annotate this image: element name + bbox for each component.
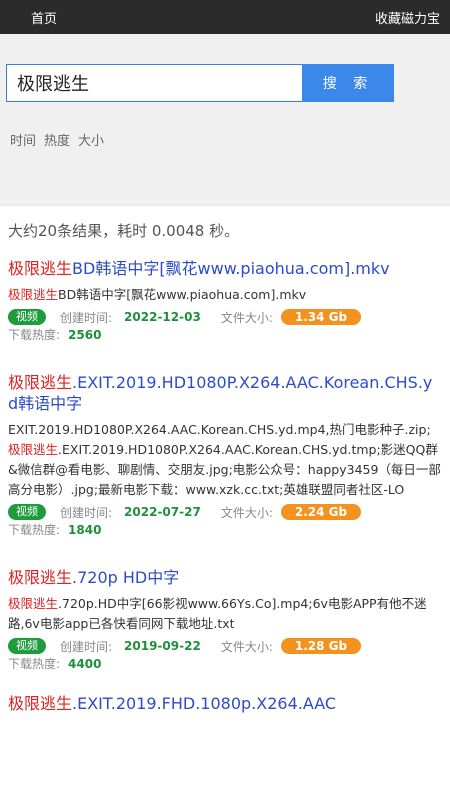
download-heat: 下载热度: 4400 bbox=[8, 655, 442, 673]
result-title-highlight: 极限逃生 bbox=[8, 694, 73, 713]
file-size-badge: 2.24 Gb bbox=[280, 504, 362, 520]
nav-bookmark-link[interactable]: 收藏磁力宝 bbox=[375, 8, 440, 27]
search-input[interactable] bbox=[6, 64, 302, 102]
size-label: 文件大小: bbox=[220, 505, 273, 520]
heat-value: 2560 bbox=[68, 328, 102, 342]
nav-home-link[interactable]: 首页 bbox=[31, 8, 57, 27]
result-item: 极限逃生.720p HD中字 极限逃生.720p.HD中字[66影视www.66Y… bbox=[0, 567, 450, 673]
file-name-text: .EXIT.2019.HD1080P.X264.AAC.Korean.CHS.y… bbox=[8, 442, 441, 497]
created-label: 创建时间: bbox=[60, 505, 113, 520]
created-label: 创建时间: bbox=[60, 639, 113, 654]
created-label: 创建时间: bbox=[60, 310, 113, 325]
result-meta: 视频 创建时间: 2022-07-27 文件大小: 2.24 Gb bbox=[8, 503, 442, 521]
result-file-list: 极限逃生.720p.HD中字[66影视www.66Ys.Co].mp4;6v电影… bbox=[8, 594, 442, 634]
result-title-link[interactable]: 极限逃生BD韩语中字[飘花www.piaohua.com].mkv bbox=[8, 258, 442, 279]
created-date: 2019-09-22 bbox=[124, 639, 201, 653]
result-title-link[interactable]: 极限逃生.EXIT.2019.HD1080P.X264.AAC.Korean.C… bbox=[8, 372, 442, 414]
download-heat: 下载热度: 2560 bbox=[8, 326, 442, 344]
result-summary: 大约20条结果，耗时 0.0048 秒。 bbox=[8, 221, 240, 240]
file-type-badge: 视频 bbox=[8, 638, 46, 654]
file-name-highlight: 极限逃生 bbox=[8, 442, 59, 457]
result-title-highlight: 极限逃生 bbox=[8, 259, 73, 278]
heat-label: 下载热度: bbox=[8, 523, 61, 537]
created-date: 2022-12-03 bbox=[124, 310, 201, 324]
result-meta: 视频 创建时间: 2019-09-22 文件大小: 1.28 Gb bbox=[8, 637, 442, 655]
result-title-text: BD韩语中字[飘花www.piaohua.com].mkv bbox=[72, 259, 390, 278]
sort-by-size[interactable]: 大小 bbox=[78, 130, 104, 149]
sort-by-time[interactable]: 时间 bbox=[10, 130, 36, 149]
download-heat: 下载热度: 1840 bbox=[8, 521, 442, 539]
result-summary-row: 大约20条结果，耗时 0.0048 秒。 bbox=[0, 206, 450, 258]
heat-value: 4400 bbox=[68, 657, 102, 671]
result-title-highlight: 极限逃生 bbox=[8, 373, 73, 392]
created-date: 2022-07-27 bbox=[124, 505, 201, 519]
file-name-highlight: 极限逃生 bbox=[8, 287, 59, 302]
result-item: 极限逃生.EXIT.2019.HD1080P.X264.AAC.Korean.C… bbox=[0, 372, 450, 539]
sort-by-heat[interactable]: 热度 bbox=[44, 130, 70, 149]
result-title-text: .720p HD中字 bbox=[72, 568, 180, 587]
search-section: 搜 索 时间 热度 大小 bbox=[0, 34, 450, 206]
result-meta: 视频 创建时间: 2022-12-03 文件大小: 1.34 Gb bbox=[8, 308, 442, 326]
result-item: 极限逃生.EXIT.2019.FHD.1080p.X264.AAC bbox=[0, 693, 450, 714]
result-title-text: .EXIT.2019.HD1080P.X264.AAC.Korean.CHS.y… bbox=[8, 373, 433, 413]
result-file-list: EXIT.2019.HD1080P.X264.AAC.Korean.CHS.yd… bbox=[8, 420, 442, 500]
heat-value: 1840 bbox=[68, 523, 102, 537]
size-label: 文件大小: bbox=[220, 639, 273, 654]
result-title-link[interactable]: 极限逃生.720p HD中字 bbox=[8, 567, 442, 588]
file-name-text: EXIT.2019.HD1080P.X264.AAC.Korean.CHS.yd… bbox=[8, 422, 431, 437]
result-item: 极限逃生BD韩语中字[飘花www.piaohua.com].mkv 极限逃生BD韩… bbox=[0, 258, 450, 344]
size-label: 文件大小: bbox=[220, 310, 273, 325]
file-type-badge: 视频 bbox=[8, 504, 46, 520]
result-title-link[interactable]: 极限逃生.EXIT.2019.FHD.1080p.X264.AAC bbox=[8, 693, 442, 714]
result-title-highlight: 极限逃生 bbox=[8, 568, 73, 587]
file-size-badge: 1.28 Gb bbox=[280, 638, 362, 654]
file-name-highlight: 极限逃生 bbox=[8, 596, 59, 611]
result-file-list: 极限逃生BD韩语中字[飘花www.piaohua.com].mkv bbox=[8, 285, 442, 305]
file-name-text: .720p.HD中字[66影视www.66Ys.Co].mp4;6v电影APP有… bbox=[8, 596, 427, 631]
top-nav-bar: 首页 收藏磁力宝 bbox=[0, 0, 450, 34]
sort-options: 时间 热度 大小 bbox=[6, 130, 450, 149]
file-size-badge: 1.34 Gb bbox=[280, 309, 362, 325]
heat-label: 下载热度: bbox=[8, 657, 61, 671]
file-name-text: BD韩语中字[飘花www.piaohua.com].mkv bbox=[58, 287, 307, 302]
results-list: 极限逃生BD韩语中字[飘花www.piaohua.com].mkv 极限逃生BD韩… bbox=[0, 258, 450, 714]
search-form: 搜 索 bbox=[6, 64, 450, 102]
search-button[interactable]: 搜 索 bbox=[302, 64, 394, 102]
file-type-badge: 视频 bbox=[8, 309, 46, 325]
result-title-text: .EXIT.2019.FHD.1080p.X264.AAC bbox=[72, 694, 337, 713]
heat-label: 下载热度: bbox=[8, 328, 61, 342]
